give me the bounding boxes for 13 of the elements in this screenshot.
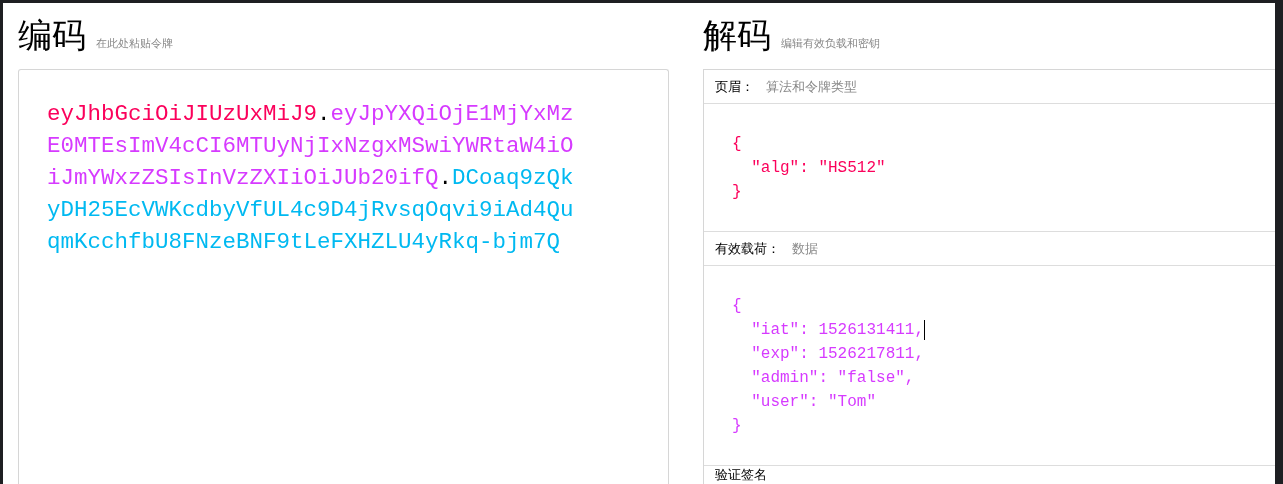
text-cursor: [924, 319, 926, 340]
section-subtitle: 编辑有效负载和密钥: [781, 35, 880, 51]
token-input[interactable]: eyJhbGciOiJIUzUxMiJ9.eyJpYXQiOjE1MjYxMzE0MTEsImV4cCI6MTUyNjIxNzgxMSwiYWRtaW4iOiJmYWxzZSIsInVzZXIiOiJUb20ifQ.DCoaq9zQkyDH25EcVWKcdbyVfUL4c9D4jRvsqOqvi9iAd4QuqmKcchfbU8FNzeBNF9tLeFXHZLU4yRkq-bjm7Q: [18, 69, 669, 484]
section-subtitle: 在此处粘贴令牌: [96, 35, 173, 51]
section-hint: 算法和令牌类型: [766, 77, 857, 96]
json-editor[interactable]: { "alg": "HS512" }: [732, 132, 886, 204]
section-label: 页眉：: [715, 77, 754, 96]
json-editor[interactable]: { "iat": 1526131411, "exp": 1526217811, "admin": "false", "user": "Tom" }: [732, 294, 926, 438]
section-title: 编码: [18, 14, 86, 57]
section-label: 验证签名: [715, 466, 767, 484]
section-hint: 数据: [792, 239, 818, 258]
section-label: 有效载荷：: [715, 239, 780, 258]
section-title: 解码: [703, 14, 771, 57]
